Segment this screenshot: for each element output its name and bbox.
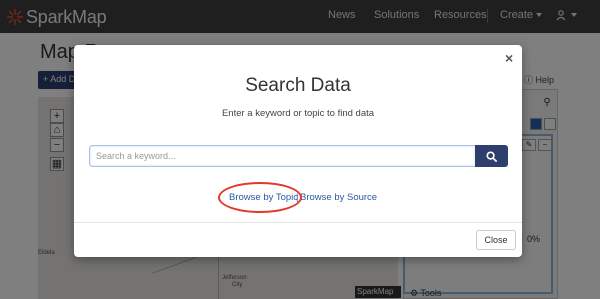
modal-footer-divider — [74, 222, 522, 223]
close-button[interactable]: Close — [476, 230, 516, 250]
modal-subtitle: Enter a keyword or topic to find data — [221, 108, 375, 119]
highlight-annotation — [218, 182, 302, 213]
browse-by-source-link[interactable]: Browse by Source — [300, 192, 377, 203]
modal-title: Search Data — [245, 75, 351, 96]
search-input[interactable] — [89, 145, 475, 167]
search-button[interactable] — [475, 145, 508, 167]
search-data-modal: × Search Data Enter a keyword or topic t… — [74, 45, 522, 257]
search-icon — [486, 150, 497, 162]
close-icon[interactable]: × — [505, 50, 513, 66]
